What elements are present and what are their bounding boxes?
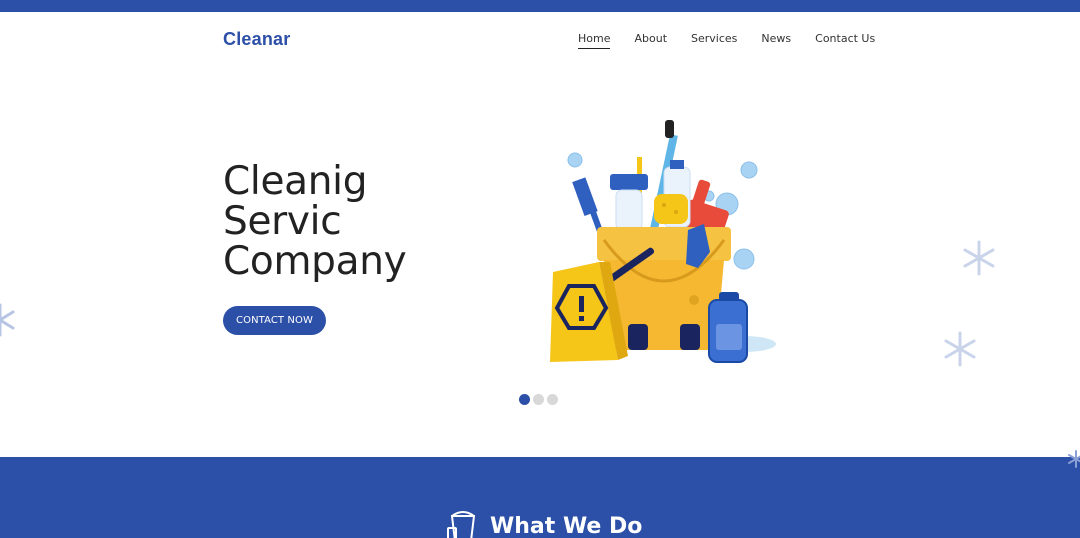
slider-dot-2[interactable] bbox=[533, 394, 544, 405]
logo[interactable]: Cleanar bbox=[223, 29, 290, 50]
snowflake-icon bbox=[963, 240, 995, 276]
slider-dot-1[interactable] bbox=[519, 394, 530, 405]
hero-title: Cleanig Servic Company bbox=[223, 159, 407, 284]
nav-item-news[interactable]: News bbox=[761, 32, 791, 49]
section-title: What We Do bbox=[490, 513, 643, 538]
section-heading: What We Do bbox=[446, 510, 642, 538]
nav-item-home[interactable]: Home bbox=[578, 32, 611, 49]
site-header: Cleanar Home About Services News Contact… bbox=[0, 12, 1080, 68]
hero-title-line-3: Company bbox=[223, 239, 407, 284]
nav-item-services[interactable]: Services bbox=[691, 32, 737, 49]
main-nav: Home About Services News Contact Us bbox=[578, 32, 899, 49]
snowflake-icon bbox=[1068, 450, 1080, 468]
snowflake-icon bbox=[944, 331, 976, 367]
hero-title-line-1: Cleanig bbox=[223, 159, 368, 204]
nav-item-contact-us[interactable]: Contact Us bbox=[815, 32, 875, 49]
bucket-icon bbox=[447, 511, 476, 538]
cleaning-supplies-illustration bbox=[550, 120, 776, 363]
nav-item-about[interactable]: About bbox=[634, 32, 667, 49]
contact-now-button[interactable]: CONTACT NOW bbox=[223, 306, 326, 335]
snowflake-icon bbox=[0, 303, 15, 337]
hero-slider-dots bbox=[519, 394, 558, 405]
hero-title-line-2: Servic bbox=[223, 199, 342, 244]
slider-dot-3[interactable] bbox=[547, 394, 558, 405]
top-accent-bar bbox=[0, 0, 1080, 12]
